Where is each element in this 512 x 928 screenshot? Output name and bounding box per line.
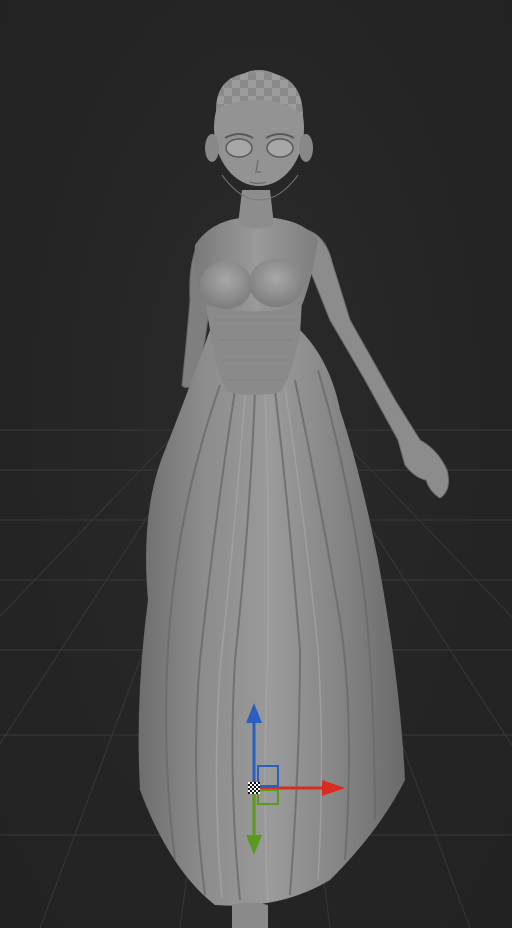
chest-left	[200, 261, 252, 309]
skirt	[138, 330, 405, 906]
character-model[interactable]	[138, 70, 449, 928]
feet	[232, 902, 268, 928]
3d-viewport[interactable]	[0, 0, 512, 928]
viewport-canvas[interactable]	[0, 0, 512, 928]
right-eye	[266, 138, 294, 158]
chest-right	[249, 259, 303, 307]
checker-pivot-icon[interactable]	[248, 782, 260, 794]
left-eye	[225, 138, 253, 158]
head	[205, 70, 313, 201]
